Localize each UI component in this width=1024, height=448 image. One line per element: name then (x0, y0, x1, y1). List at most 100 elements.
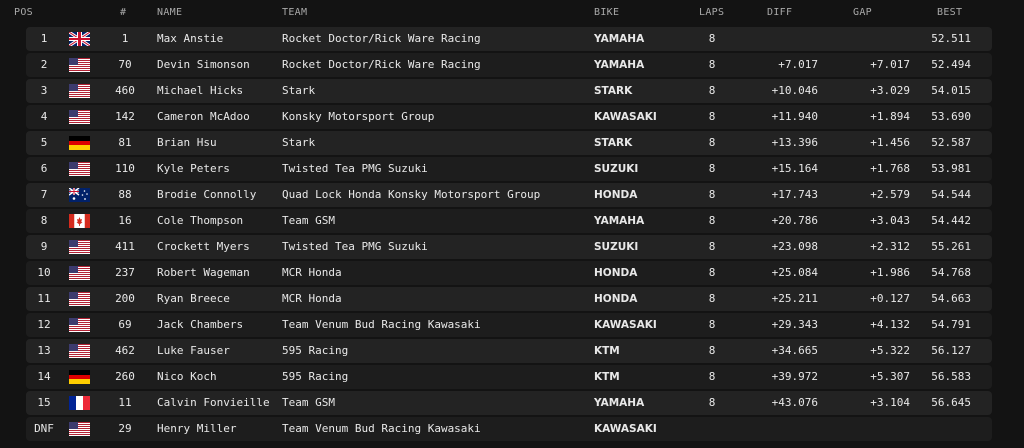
rider-name-cell: Devin Simonson (157, 58, 250, 71)
best-lap-cell: 54.663 (931, 292, 971, 305)
table-row[interactable]: DNF 29 Henry Miller Team Venum Bud Racing K… (26, 417, 992, 441)
laps-cell: 8 (708, 344, 716, 357)
best-lap-cell: 56.645 (931, 396, 971, 409)
diff-cell: +17.743 (771, 188, 818, 201)
bike-cell: STARK (594, 137, 633, 149)
usa-flag-icon (69, 58, 90, 72)
rider-number-cell: 29 (118, 422, 132, 435)
laps-cell: 8 (708, 32, 716, 45)
header-laps: LAPS (699, 7, 725, 18)
table-row[interactable]: 6 110 Kyle Peters Twisted Tea PMG Suzuki SUZ… (26, 157, 992, 181)
table-row[interactable]: 1 1 Max Anstie Rocket Doctor/Rick Ware Raci… (26, 27, 992, 51)
rider-number-cell: 1 (121, 32, 129, 45)
table-row[interactable]: 2 70 Devin Simonson Rocket Doctor/Rick Ware… (26, 53, 992, 77)
diff-cell: +34.665 (771, 344, 818, 357)
position-cell: 13 (37, 344, 51, 357)
laps-cell: 8 (708, 266, 716, 279)
table-row[interactable]: 11 200 Ryan Breece MCR Honda HONDA 8 +25.211 +0… (26, 287, 992, 311)
bike-cell: KAWASAKI (594, 111, 657, 123)
table-row[interactable]: 15 11 Calvin Fonvieille Team GSM YAMAHA 8 +43.… (26, 391, 992, 415)
laps-cell: 8 (708, 110, 716, 123)
header-team: TEAM (282, 7, 308, 18)
diff-cell: +25.211 (771, 292, 818, 305)
gap-cell: +1.768 (870, 162, 910, 175)
diff-cell: +20.786 (771, 214, 818, 227)
gap-cell: +1.986 (870, 266, 910, 279)
bike-cell: HONDA (594, 267, 638, 279)
rider-number-cell: 460 (115, 84, 135, 97)
best-lap-cell: 54.442 (931, 214, 971, 227)
laps-cell: 8 (708, 370, 716, 383)
rider-number-cell: 411 (115, 240, 135, 253)
best-lap-cell: 52.511 (931, 32, 971, 45)
laps-cell: 8 (708, 214, 716, 227)
gap-cell: +1.456 (870, 136, 910, 149)
table-row[interactable]: 9 411 Crockett Myers Twisted Tea PMG Suzuki… (26, 235, 992, 259)
team-cell: Stark (282, 84, 316, 97)
table-row[interactable]: 10 237 Robert Wageman MCR Honda HONDA 8 +25.08… (26, 261, 992, 285)
header-gap: GAP (853, 7, 872, 18)
position-cell: 1 (40, 32, 48, 45)
rider-number-cell: 70 (118, 58, 132, 71)
diff-cell: +23.098 (771, 240, 818, 253)
best-lap-cell: 54.015 (931, 84, 971, 97)
rider-number-cell: 260 (115, 370, 135, 383)
table-row[interactable]: 5 81 Brian Hsu Stark STARK 8 +13.396 +1.456 52.5… (26, 131, 992, 155)
laps-cell: 8 (708, 396, 716, 409)
team-cell: Twisted Tea PMG Suzuki (282, 240, 428, 253)
header-pos: POS (14, 7, 33, 18)
laps-cell: 8 (708, 84, 716, 97)
gap-cell: +3.043 (870, 214, 910, 227)
france-flag-icon (69, 396, 90, 410)
usa-flag-icon (69, 110, 90, 124)
gap-cell: +5.307 (870, 370, 910, 383)
team-cell: Team Venum Bud Racing Kawasaki (282, 422, 481, 435)
diff-cell: +39.972 (771, 370, 818, 383)
rider-name-cell: Calvin Fonvieille (157, 396, 270, 409)
bike-cell: YAMAHA (594, 33, 645, 45)
rider-number-cell: 81 (118, 136, 132, 149)
header-number: # (120, 7, 127, 18)
best-lap-cell: 54.768 (931, 266, 971, 279)
position-cell: 14 (37, 370, 51, 383)
best-lap-cell: 56.583 (931, 370, 971, 383)
header-best: BEST (937, 7, 963, 18)
rider-name-cell: Cameron McAdoo (157, 110, 250, 123)
table-row[interactable]: 14 260 Nico Koch 595 Racing KTM 8 +39.972 +5.30… (26, 365, 992, 389)
table-row[interactable]: 8 16 Cole Thompson Team GSM YAMAHA 8 +20.786 +3… (26, 209, 992, 233)
bike-cell: HONDA (594, 189, 638, 201)
rider-number-cell: 11 (118, 396, 132, 409)
usa-flag-icon (69, 266, 90, 280)
position-cell: DNF (34, 422, 54, 435)
position-cell: 9 (40, 240, 48, 253)
table-row[interactable]: 4 142 Cameron McAdoo Konsky Motorsport Grou… (26, 105, 992, 129)
laps-cell: 8 (708, 318, 716, 331)
rider-name-cell: Nico Koch (157, 370, 217, 383)
position-cell: 5 (40, 136, 48, 149)
rider-number-cell: 16 (118, 214, 132, 227)
table-row[interactable]: 7 88 Brodie Connolly Quad Lock Honda Konsky… (26, 183, 992, 207)
best-lap-cell: 56.127 (931, 344, 971, 357)
position-cell: 2 (40, 58, 48, 71)
laps-cell: 8 (708, 162, 716, 175)
gap-cell: +5.322 (870, 344, 910, 357)
rider-name-cell: Max Anstie (157, 32, 224, 45)
team-cell: Konsky Motorsport Group (282, 110, 435, 123)
usa-flag-icon (69, 84, 90, 98)
best-lap-cell: 53.690 (931, 110, 971, 123)
gap-cell: +2.312 (870, 240, 910, 253)
table-row[interactable]: 12 69 Jack Chambers Team Venum Bud Racing K… (26, 313, 992, 337)
rider-number-cell: 200 (115, 292, 135, 305)
diff-cell: +7.017 (778, 58, 818, 71)
bike-cell: HONDA (594, 293, 638, 305)
bike-cell: YAMAHA (594, 215, 645, 227)
table-row[interactable]: 13 462 Luke Fauser 595 Racing KTM 8 +34.665 +5.… (26, 339, 992, 363)
rider-name-cell: Henry Miller (157, 422, 237, 435)
header-bike: BIKE (594, 7, 620, 18)
table-row[interactable]: 3 460 Michael Hicks Stark STARK 8 +10.046 +3.02… (26, 79, 992, 103)
gap-cell: +4.132 (870, 318, 910, 331)
team-cell: Rocket Doctor/Rick Ware Racing (282, 32, 481, 45)
best-lap-cell: 52.494 (931, 58, 971, 71)
team-cell: Stark (282, 136, 316, 149)
gap-cell: +1.894 (870, 110, 910, 123)
